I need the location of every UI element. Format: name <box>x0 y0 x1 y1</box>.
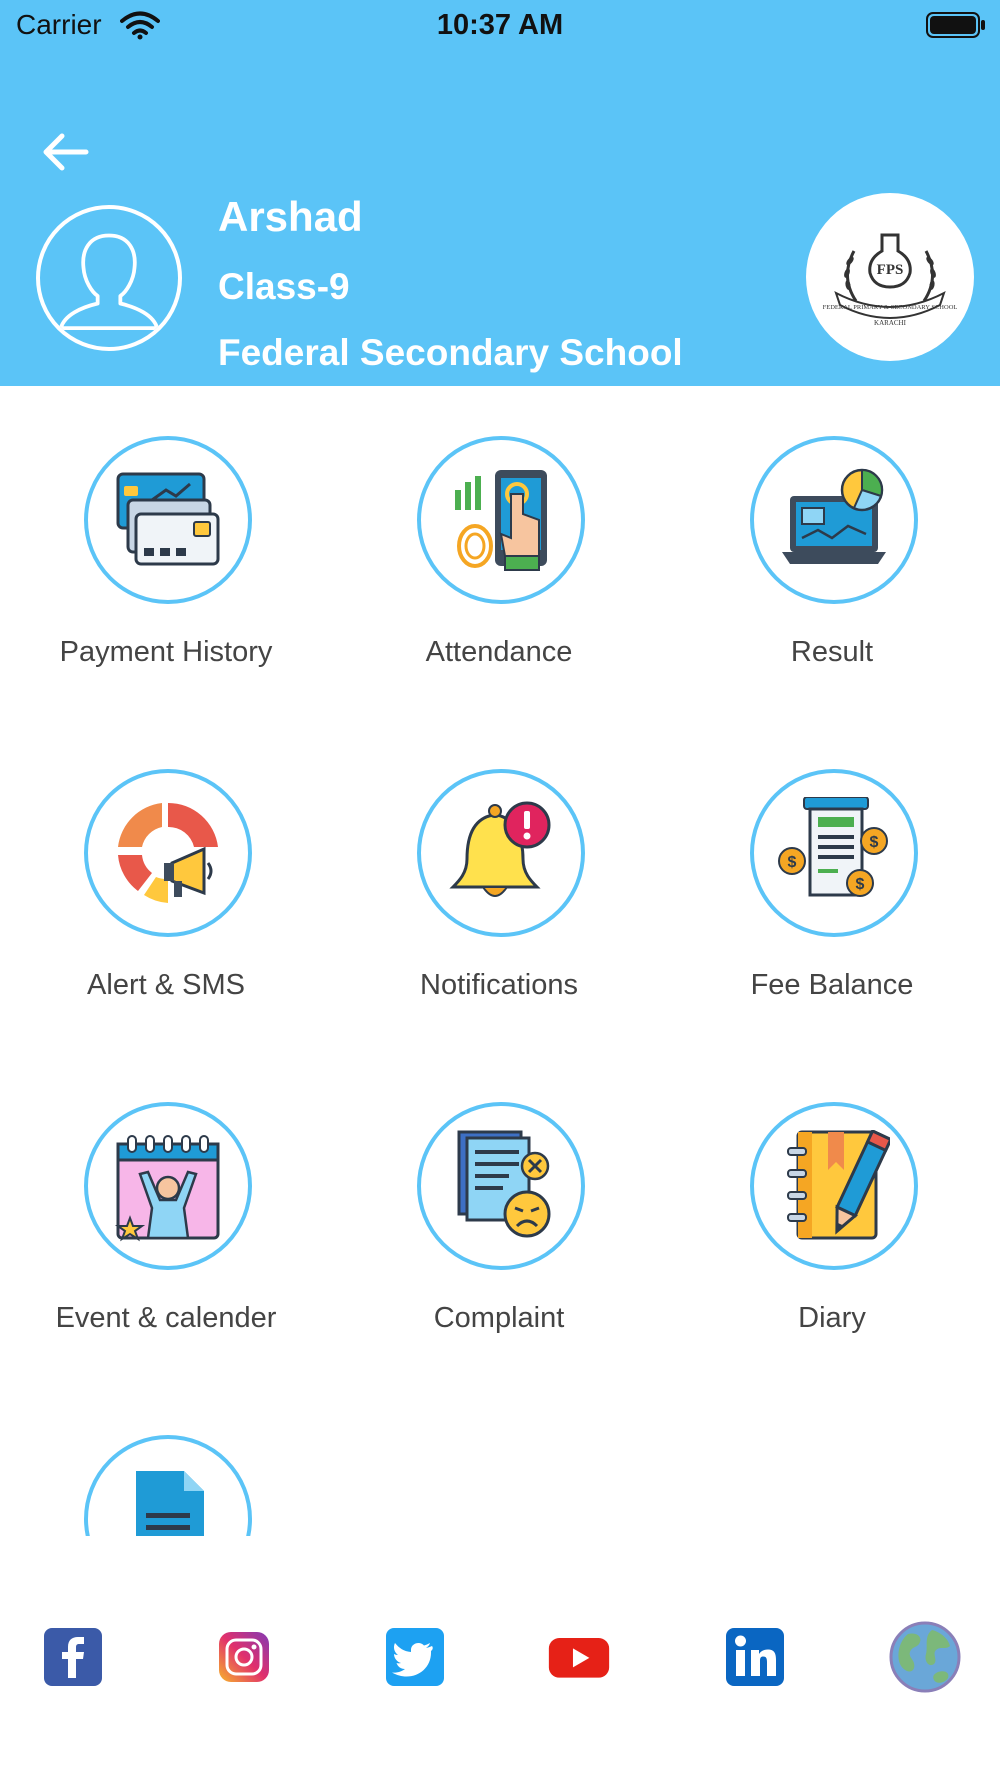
attendance-button[interactable]: Attendance <box>333 386 665 686</box>
menu-circle <box>417 769 585 937</box>
menu-circle <box>417 1102 585 1270</box>
facebook-icon[interactable] <box>42 1626 104 1688</box>
menu-circle <box>84 769 252 937</box>
diary-button[interactable]: Diary <box>666 1052 998 1352</box>
svg-text:$: $ <box>856 876 865 893</box>
event-calender-button[interactable]: Event & calender <box>0 1052 332 1352</box>
menu-circle <box>750 436 918 604</box>
notifications-button[interactable]: Notifications <box>333 719 665 1019</box>
bill-coins-icon: $ $ $ <box>778 797 888 897</box>
complaint-document-icon <box>457 1130 551 1238</box>
menu-item-document[interactable] <box>0 1385 332 1536</box>
logo-initials: FPS <box>877 262 904 278</box>
alert-sms-button[interactable]: Alert & SMS <box>0 719 332 1019</box>
menu-circle <box>84 1102 252 1270</box>
notebook-pencil-icon <box>787 1130 890 1240</box>
youtube-icon[interactable] <box>548 1626 610 1688</box>
globe-icon[interactable] <box>888 1620 962 1694</box>
logo-caption: FEDERAL PRIMARY & SECONDARY SCHOOL <box>823 304 958 311</box>
instagram-icon[interactable] <box>213 1626 275 1688</box>
menu-circle <box>84 1435 252 1536</box>
menu-grid: Payment History Attendance Result Alert … <box>0 386 1000 1536</box>
user-silhouette-icon <box>58 233 160 330</box>
menu-circle <box>84 436 252 604</box>
student-name: Arshad <box>218 193 363 240</box>
menu-label: Notifications <box>420 969 578 1001</box>
megaphone-alert-icon <box>118 802 218 903</box>
twitter-icon[interactable] <box>384 1626 446 1688</box>
logo-city: KARACHI <box>874 319 907 327</box>
menu-label: Alert & SMS <box>87 969 245 1001</box>
menu-label: Fee Balance <box>750 969 914 1001</box>
back-arrow-icon[interactable] <box>40 130 90 174</box>
credit-cards-icon <box>116 472 220 566</box>
document-warning-icon <box>136 1471 204 1536</box>
laptop-chart-icon <box>782 468 886 564</box>
menu-circle <box>750 1102 918 1270</box>
menu-label: Diary <box>798 1302 866 1334</box>
bell-alert-icon <box>449 801 551 897</box>
social-links-bar <box>0 1590 1000 1710</box>
complaint-button[interactable]: Complaint <box>333 1052 665 1352</box>
menu-label: Complaint <box>433 1302 565 1334</box>
menu-label: Attendance <box>425 636 573 668</box>
status-bar: Carrier 10:37 AM <box>0 0 1000 50</box>
profile-header: Carrier 10:37 AM Arshad Class-9 Federal … <box>0 0 1000 386</box>
menu-circle: $ $ $ <box>750 769 918 937</box>
fingerprint-scan-icon <box>455 470 547 571</box>
menu-circle <box>417 436 585 604</box>
school-logo: FPS FEDERAL PRIMARY & SECONDARY SCHOOL K… <box>806 193 974 361</box>
menu-label: Event & calender <box>55 1302 277 1334</box>
result-button[interactable]: Result <box>666 386 998 686</box>
svg-text:$: $ <box>870 834 879 851</box>
menu-label: Payment History <box>59 636 273 668</box>
menu-label: Result <box>790 636 874 668</box>
fee-balance-button[interactable]: $ $ $ Fee Balance <box>666 719 998 1019</box>
calendar-event-icon <box>114 1135 220 1242</box>
status-time: 10:37 AM <box>436 9 564 41</box>
linkedin-icon[interactable] <box>724 1626 786 1688</box>
battery-icon <box>926 12 985 38</box>
student-school: Federal Secondary School <box>218 332 683 373</box>
student-class: Class-9 <box>218 266 350 307</box>
avatar[interactable] <box>36 205 182 351</box>
svg-text:$: $ <box>788 854 797 871</box>
payment-history-button[interactable]: Payment History <box>0 386 332 686</box>
